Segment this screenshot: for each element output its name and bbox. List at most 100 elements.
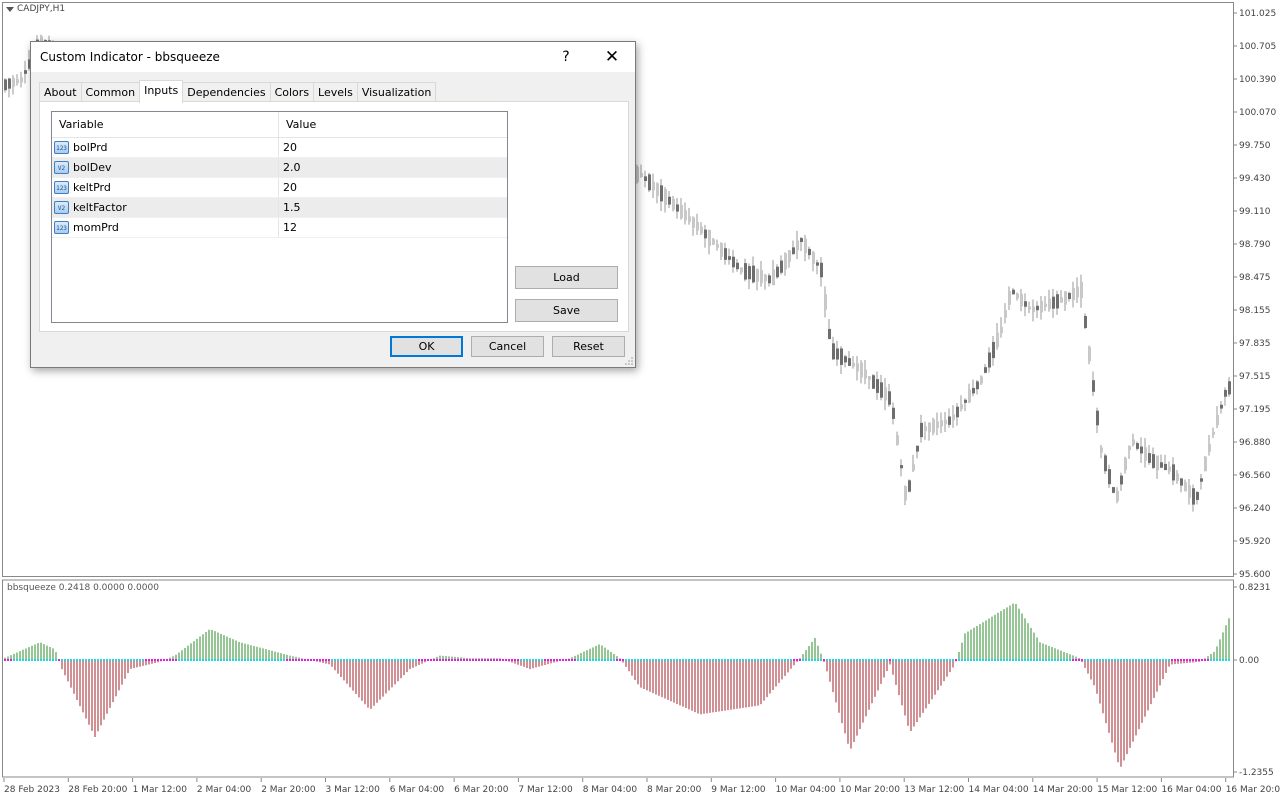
tab-inputs[interactable]: Inputs [139,80,184,103]
candle-body [740,267,743,273]
table-row[interactable]: V2 keltFactor 1.5 [52,198,507,218]
candle-body [876,379,879,393]
save-button[interactable]: Save [515,299,618,322]
variable-value[interactable]: 1.5 [279,201,301,214]
squeeze-dot [427,659,429,661]
squeeze-dot [412,659,414,661]
column-header-value[interactable]: Value [279,112,316,137]
candle-body [932,419,935,433]
squeeze-dot [1159,659,1161,661]
squeeze-dot [952,659,954,661]
candle-body [1176,473,1179,481]
squeeze-dot [937,659,939,661]
squeeze-dot [727,659,729,661]
squeeze-dot [82,659,84,661]
squeeze-dot [1183,659,1185,661]
tab-about[interactable]: About [39,82,82,103]
squeeze-dot [1024,659,1026,661]
squeeze-dot [829,659,831,661]
indicator-pane[interactable]: 0.8231 0.00 -1.2355 [0,578,1280,778]
column-header-variable[interactable]: Variable [52,112,279,137]
reset-button[interactable]: Reset [552,336,625,357]
ok-button[interactable]: OK [390,336,463,357]
squeeze-dot [808,659,810,661]
table-row[interactable]: V2 bolDev 2.0 [52,158,507,178]
squeeze-dot [955,659,957,661]
squeeze-dot [247,659,249,661]
squeeze-dot [799,659,801,661]
tab-levels[interactable]: Levels [313,82,358,103]
squeeze-dot [277,659,279,661]
squeeze-dot [1030,659,1032,661]
candle-body [1168,466,1171,472]
squeeze-dot [856,659,858,661]
variable-value[interactable]: 2.0 [279,161,301,174]
candle-body [12,78,15,87]
squeeze-dot [184,659,186,661]
squeeze-dot [523,659,525,661]
candle-body [752,265,755,283]
squeeze-dot [901,659,903,661]
squeeze-dot [811,659,813,661]
variable-value[interactable]: 20 [279,141,297,154]
squeeze-dot [784,659,786,661]
squeeze-dot [319,659,321,661]
variable-value[interactable]: 12 [279,221,297,234]
squeeze-dot [568,659,570,661]
variable-value[interactable]: 20 [279,181,297,194]
squeeze-dot [253,659,255,661]
squeeze-dot [1084,659,1086,661]
load-button[interactable]: Load [515,266,618,289]
squeeze-dot [484,659,486,661]
candle-body [892,407,895,419]
table-row[interactable]: 123 keltPrd 20 [52,178,507,198]
squeeze-dot [7,659,9,661]
squeeze-dot [487,659,489,661]
squeeze-dot [1138,659,1140,661]
cancel-button[interactable]: Cancel [471,336,544,357]
candle-body [956,406,959,418]
table-row[interactable]: 123 bolPrd 20 [52,138,507,158]
squeeze-dot [724,659,726,661]
dialog-titlebar[interactable]: Custom Indicator - bbsqueeze ? ✕ [31,42,635,72]
squeeze-dot [1078,659,1080,661]
tab-colors[interactable]: Colors [269,82,315,103]
symbol-label[interactable]: CADJPY,H1 [6,4,65,14]
squeeze-dot [685,659,687,661]
tab-dependencies[interactable]: Dependencies [182,82,271,103]
inputs-panel: Variable Value 123 bolPrd 20 V2 bolDev 2.0… [39,101,629,332]
squeeze-dot [133,659,135,661]
time-tick-label: 9 Mar 12:00 [711,785,766,795]
tab-common[interactable]: Common [80,82,141,103]
candle-body [960,404,963,410]
squeeze-dot [832,659,834,661]
time-tick-label: 16 Mar 04:00 [1161,785,1221,795]
tab-visualization[interactable]: Visualization [356,82,437,103]
squeeze-dot [544,659,546,661]
squeeze-dot [469,659,471,661]
squeeze-dot [1066,659,1068,661]
candle-body [984,367,987,373]
candle-body [1216,414,1219,426]
time-tick-label: 28 Feb 2023 [4,785,60,795]
table-row[interactable]: 123 momPrd 12 [52,218,507,238]
candle-body [840,348,843,365]
squeeze-dot [121,659,123,661]
time-tick-label: 13 Mar 12:00 [904,785,964,795]
inputs-grid[interactable]: Variable Value 123 bolPrd 20 V2 bolDev 2.0… [51,111,508,323]
candle-body [940,420,943,427]
candle-body [1020,293,1023,307]
candle-body [812,252,815,264]
squeeze-dot [334,659,336,661]
candle-body [836,348,839,360]
resize-grip-icon[interactable] [625,357,633,365]
squeeze-dot [118,659,120,661]
help-button[interactable]: ? [543,42,589,72]
squeeze-dot [868,659,870,661]
candle-body [1120,475,1123,485]
squeeze-dot [43,659,45,661]
dropdown-triangle-icon[interactable] [6,6,14,12]
squeeze-dot [1216,659,1218,661]
tab-bar: About Common Inputs Dependencies Colors … [39,80,437,103]
close-button[interactable]: ✕ [589,42,635,72]
